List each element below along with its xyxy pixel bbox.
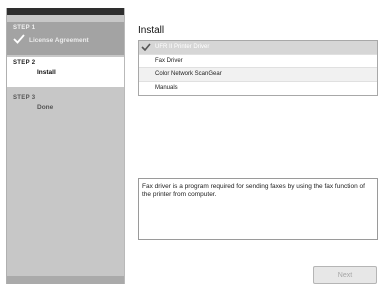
sidebar-top-bar	[7, 8, 124, 15]
step-license-agreement: STEP 1 License Agreement	[7, 22, 124, 55]
driver-label: UFR II Printer Driver	[155, 44, 210, 51]
driver-item-scangear[interactable]: Color Network ScanGear	[139, 68, 377, 82]
driver-item-fax[interactable]: Fax Driver	[139, 55, 377, 68]
step-label: License Agreement	[29, 37, 89, 44]
step-tag: STEP 2	[13, 60, 36, 66]
driver-item-ufr2[interactable]: UFR II Printer Driver	[139, 41, 377, 55]
next-button[interactable]: Next	[313, 266, 377, 284]
page-title: Install	[138, 25, 165, 36]
step-tag: STEP 3	[13, 95, 36, 101]
driver-list: UFR II Printer Driver Fax Driver Color N…	[138, 40, 378, 96]
step-install: STEP 2 Install	[7, 57, 124, 87]
driver-label: Color Network ScanGear	[155, 71, 222, 78]
steps-sidebar: STEP 1 License Agreement STEP 2 Install …	[6, 8, 125, 284]
driver-label: Manuals	[155, 85, 178, 92]
driver-item-manuals[interactable]: Manuals	[139, 82, 377, 96]
step-tag: STEP 1	[13, 25, 36, 31]
check-icon	[13, 34, 25, 44]
check-icon	[139, 43, 153, 52]
driver-label: Fax Driver	[155, 57, 183, 64]
step-done: STEP 3 Done	[7, 92, 124, 118]
step-label: Install	[37, 69, 56, 76]
description-box: Fax driver is a program required for sen…	[138, 178, 378, 240]
step-label: Done	[37, 104, 54, 111]
sidebar-bottom-bar	[7, 276, 124, 284]
